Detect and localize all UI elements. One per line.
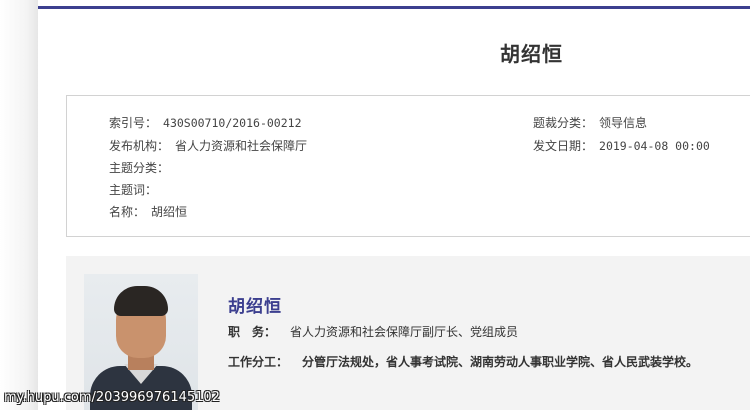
leader-name: 胡绍恒: [228, 297, 282, 317]
page-title: 胡绍恒: [500, 42, 563, 66]
meta-publisher-row: 发布机构： 省人力资源和社会保障厅: [109, 137, 307, 154]
meta-genre-label: 题裁分类：: [533, 116, 594, 130]
meta-topic-row: 主题分类：: [109, 159, 175, 176]
watermark-text: my.hupu.com/203996976145102: [4, 390, 220, 405]
top-accent-bar: [38, 6, 750, 9]
work-assignment-value: 分管厅法规处，省人事考试院、湖南劳动人事职业学院、省人民武装学校。: [302, 355, 699, 369]
article-page: 胡绍恒 索引号： 430S00710/2016-00212 题裁分类： 领导信息 发…: [38, 0, 750, 410]
meta-topic-label: 主题分类：: [109, 161, 170, 175]
duty-row: 职 务： 省人力资源和社会保障厅副厅长、党组成员: [228, 323, 518, 340]
meta-index-value: 430S00710/2016-00212: [163, 116, 302, 130]
meta-genre-value: 领导信息: [599, 116, 648, 130]
meta-index-row: 索引号： 430S00710/2016-00212: [109, 114, 302, 131]
meta-date-row: 发文日期： 2019-04-08 00:00: [533, 137, 710, 154]
meta-publisher-label: 发布机构：: [109, 139, 170, 153]
meta-keywords-row: 主题词：: [109, 181, 163, 198]
duty-value: 省人力资源和社会保障厅副厅长、党组成员: [290, 325, 519, 339]
leader-profile-card: 胡绍恒 职 务： 省人力资源和社会保障厅副厅长、党组成员 工作分工： 分管厅法规处，…: [66, 256, 750, 410]
meta-date-value: 2019-04-08 00:00: [599, 139, 710, 153]
meta-index-label: 索引号：: [109, 116, 158, 130]
duty-label: 职 务：: [228, 325, 277, 339]
meta-name-value: 胡绍恒: [151, 205, 188, 219]
meta-keywords-label: 主题词：: [109, 183, 158, 197]
work-assignment-label: 工作分工：: [228, 355, 289, 369]
meta-genre-row: 题裁分类： 领导信息: [533, 114, 647, 131]
work-assignment-row: 工作分工： 分管厅法规处，省人事考试院、湖南劳动人事职业学院、省人民武装学校。: [228, 353, 698, 370]
meta-publisher-value: 省人力资源和社会保障厅: [175, 139, 308, 153]
left-margin-shadow: [0, 0, 38, 410]
meta-date-label: 发文日期：: [533, 139, 594, 153]
meta-name-label: 名称：: [109, 205, 146, 219]
document-meta-box: 索引号： 430S00710/2016-00212 题裁分类： 领导信息 发布机构：…: [66, 95, 750, 237]
meta-name-row: 名称： 胡绍恒: [109, 203, 187, 220]
